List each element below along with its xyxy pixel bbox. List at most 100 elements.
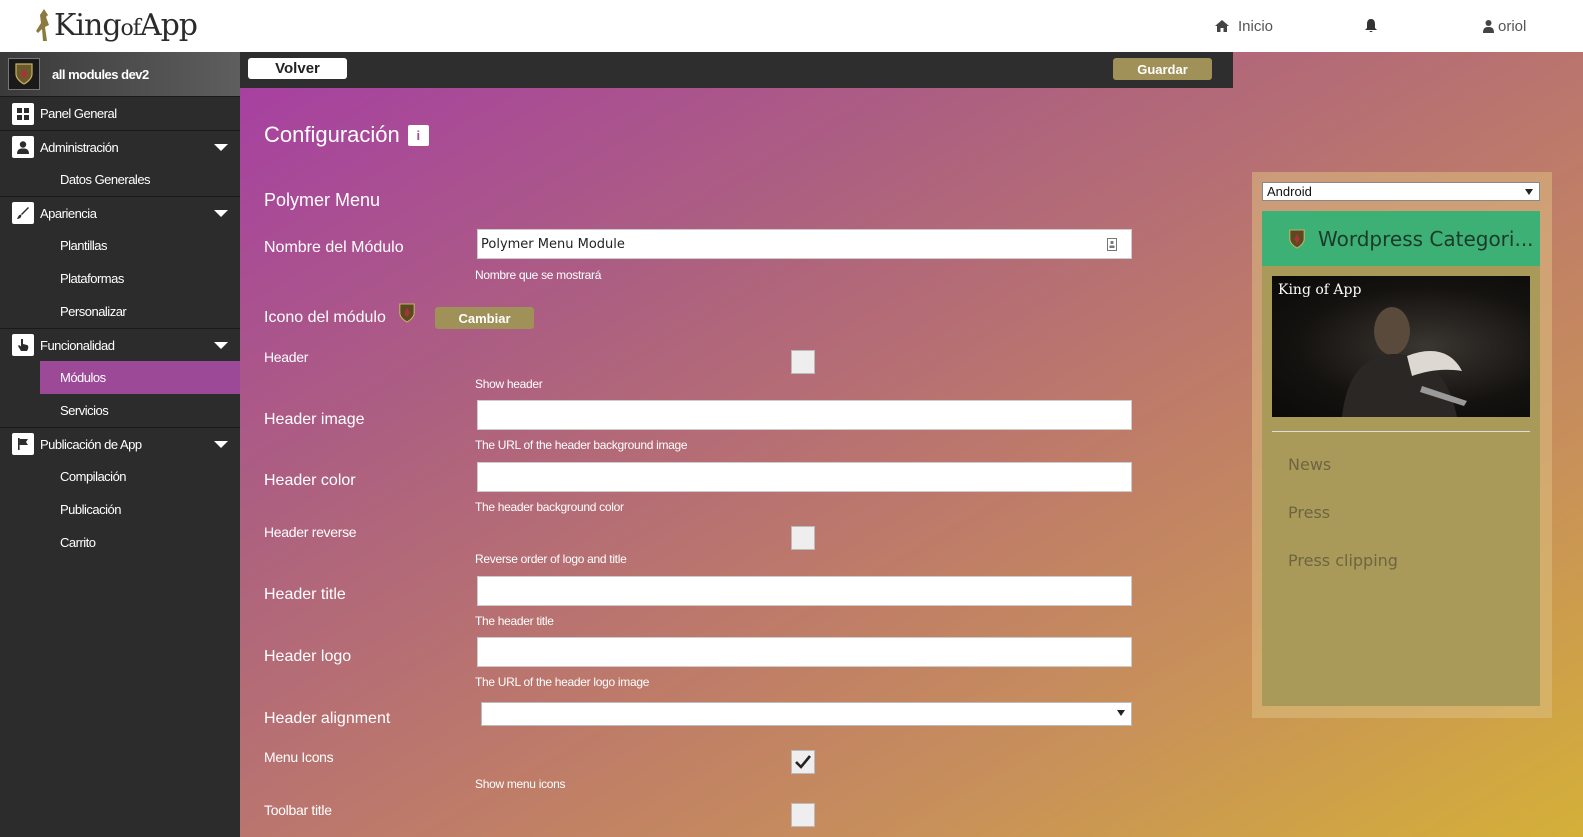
menu-icons-label: Menu Icons [264,749,334,765]
header-checkbox[interactable] [791,350,815,374]
caret-down-icon [214,144,228,151]
top-bar: KingofApp Inicio oriol [0,0,1583,52]
sidebar-item-panel-general[interactable]: Panel General [0,97,240,130]
app-name: all modules dev2 [52,66,149,82]
sidebar-item-carrito[interactable]: Carrito [0,526,240,559]
sidebar-item-funcionalidad[interactable]: Funcionalidad [0,328,240,361]
header-image-input[interactable] [477,400,1132,430]
module-name-value: Polymer Menu Module [481,236,625,252]
toolbar-title-checkbox[interactable] [791,803,815,827]
preview-divider [1272,431,1530,432]
menu-icons-checkbox[interactable] [791,750,815,774]
sidebar-item-datos-generales[interactable]: Datos Generales [0,163,240,196]
sidebar-item-label: Compilación [60,469,127,484]
contact-card-icon [1107,238,1117,251]
sidebar-item-plantillas[interactable]: Plantillas [0,229,240,262]
caret-down-icon [214,441,228,448]
header-label: Header [264,349,309,365]
change-icon-button[interactable]: Cambiar [435,307,534,329]
user-menu[interactable]: oriol [1483,0,1526,52]
notifications-button[interactable] [1364,0,1386,52]
page-title: Configuración i [264,122,429,148]
preview-menu-item[interactable]: Press clipping [1288,551,1398,570]
header-reverse-checkbox[interactable] [791,526,815,550]
header-title-help: The header title [475,614,554,628]
king-of-app-logo[interactable]: KingofApp [34,5,198,45]
caret-down-icon [214,342,228,349]
grid-icon [12,102,34,125]
preview-menu-item[interactable]: News [1288,455,1331,474]
dropdown-arrow-icon [1525,189,1533,195]
header-title-label: Header title [264,586,346,603]
sidebar-item-modulos[interactable]: Módulos [40,361,240,394]
sidebar-item-compilacion[interactable]: Compilación [0,460,240,493]
module-name-help: Nombre que se mostrará [475,268,602,282]
preview-app-header: Wordpress Categori... [1262,211,1540,266]
sidebar: all modules dev2 Panel General Administr… [0,52,240,837]
sidebar-item-publicacion-de-app[interactable]: Publicación de App [0,427,240,460]
header-help: Show header [475,377,543,391]
person-icon [12,136,34,158]
user-icon [1483,20,1494,33]
header-color-help: The header background color [475,500,624,514]
hand-pointer-icon [12,334,34,356]
main-content: Volver Guardar Configuración i Polymer M… [240,52,1583,837]
preview-header-title: Wordpress Categori... [1318,226,1534,251]
page-title-text: Configuración [264,122,400,147]
sidebar-item-apariencia[interactable]: Apariencia [0,196,240,229]
info-icon[interactable]: i [407,124,429,146]
header-alignment-label: Header alignment [264,710,391,727]
sidebar-item-label: Datos Generales [60,172,151,187]
sidebar-item-servicios[interactable]: Servicios [0,394,240,427]
sidebar-item-label: Servicios [60,403,109,418]
header-reverse-help: Reverse order of logo and title [475,552,627,566]
sidebar-app-header[interactable]: all modules dev2 [0,52,240,97]
sidebar-item-label: Carrito [60,535,96,550]
module-name-input[interactable]: Polymer Menu Module [477,229,1132,259]
dropdown-arrow-icon [1117,710,1125,716]
nav-inicio[interactable]: Inicio [1214,0,1273,52]
header-alignment-select[interactable] [481,702,1132,726]
preview-menu-item[interactable]: Press [1288,503,1330,522]
sidebar-item-label: Publicación [60,502,122,517]
sidebar-item-label: Plantillas [60,238,108,253]
preview-header-image: King of App [1272,276,1530,417]
toolbar-title-label: Toolbar title [264,802,332,818]
sidebar-item-label: Personalizar [60,304,127,319]
platform-select-value: Android [1267,184,1312,199]
crest-icon [15,63,33,85]
platform-select[interactable]: Android [1262,182,1540,201]
header-logo-input[interactable] [477,637,1132,667]
brush-icon [12,202,34,224]
module-icon-label: Icono del módulo [264,309,386,326]
module-crest-icon [399,303,415,323]
sidebar-item-publicacion[interactable]: Publicación [0,493,240,526]
knight-logo-icon [36,9,49,41]
menu-icons-help: Show menu icons [475,777,566,791]
sidebar-item-plataformas[interactable]: Plataformas [0,262,240,295]
header-color-input[interactable] [477,462,1132,492]
sidebar-item-label: Publicación de App [40,436,142,452]
header-logo-label: Header logo [264,648,352,665]
user-name: oriol [1498,17,1527,35]
bell-icon [1365,19,1377,33]
action-bar: Volver Guardar [240,52,1233,88]
save-button[interactable]: Guardar [1113,58,1212,80]
sidebar-item-label: Apariencia [40,205,97,221]
home-icon [1215,20,1229,32]
sidebar-item-label: Administración [40,139,119,155]
back-button[interactable]: Volver [248,58,347,79]
knight-figure-image [1342,307,1467,417]
header-color-label: Header color [264,472,356,489]
flag-icon [12,433,34,455]
header-image-label: Header image [264,411,365,428]
sidebar-item-label: Panel General [40,106,117,121]
header-title-input[interactable] [477,576,1132,606]
app-avatar [8,58,40,90]
sidebar-item-label: Módulos [60,370,106,385]
phone-preview: Wordpress Categori... King of App News P… [1262,211,1540,706]
sidebar-item-administracion[interactable]: Administración [0,130,240,163]
checkmark-icon [795,755,812,769]
module-name-label: Nombre del Módulo [264,239,404,256]
sidebar-item-personalizar[interactable]: Personalizar [0,295,240,328]
